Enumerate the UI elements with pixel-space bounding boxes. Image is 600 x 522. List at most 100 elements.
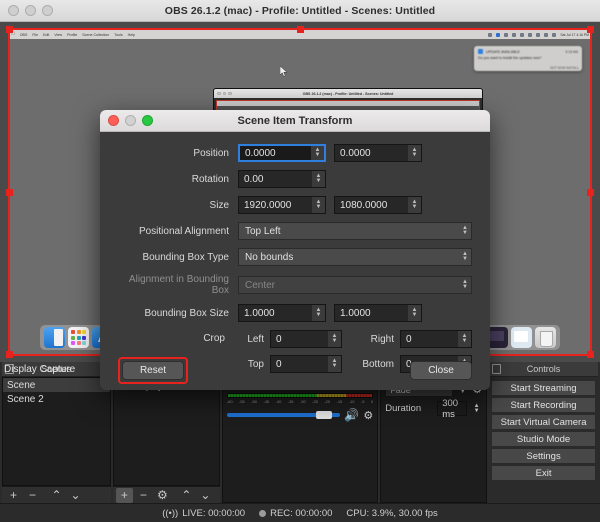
rec-timer: REC: 00:00:00 [270, 508, 332, 519]
rotation-input[interactable] [239, 174, 312, 185]
reset-button[interactable]: Reset [122, 361, 184, 380]
close-button[interactable]: Close [410, 361, 472, 380]
position-y-input[interactable] [335, 148, 408, 159]
live-status: ((•)) LIVE: 00:00:00 [162, 508, 245, 519]
crop-label: Crop [118, 330, 234, 344]
crop-left-field[interactable]: ▲▼ [270, 330, 342, 348]
size-height-input[interactable] [335, 200, 408, 211]
menubar-item-view: View [54, 33, 62, 37]
white-app-icon [511, 327, 532, 348]
move-source-down-button[interactable]: ⌄ [197, 488, 214, 503]
cpu-fps-label: CPU: 3.9%, 30.00 fps [346, 508, 437, 519]
duration-value[interactable]: 300 ms [437, 401, 467, 416]
exit-button[interactable]: Exit [491, 465, 596, 481]
scene-list-item[interactable]: Scene [3, 378, 110, 392]
nested-window-title: OBS 26.1.2 (mac) - Profile: Untitled - S… [214, 92, 482, 96]
size-width-stepper[interactable]: ▲▼ [312, 197, 325, 213]
scenes-list[interactable]: Scene Scene 2 [2, 377, 111, 486]
notification-header: UPDATE AVAILABLE 9:15 AM [478, 49, 578, 54]
rotation-field[interactable]: ▲▼ [238, 170, 326, 188]
menubar-item-file: File [32, 33, 38, 37]
window-titlebar: OBS 26.1.2 (mac) - Profile: Untitled - S… [0, 0, 600, 22]
rotation-stepper[interactable]: ▲▼ [312, 171, 325, 187]
status-bar: ((•)) LIVE: 00:00:00 REC: 00:00:00 CPU: … [0, 503, 600, 522]
notification-title: UPDATE AVAILABLE [486, 50, 520, 54]
duration-stepper-icon[interactable]: ▲▼ [471, 404, 482, 414]
size-row: Size ▲▼ ▲▼ [118, 196, 472, 214]
rotation-row: Rotation ▲▼ [118, 170, 472, 188]
macos-notification-toast: UPDATE AVAILABLE 9:15 AM Do you want to … [474, 46, 582, 71]
size-width-input[interactable] [239, 200, 312, 211]
menubar-item-obs: OBS [20, 33, 28, 37]
dialog-title: Scene Item Transform [100, 115, 490, 127]
crop-left-input[interactable] [271, 334, 328, 345]
crop-right-stepper[interactable]: ▲▼ [458, 331, 471, 347]
source-properties-gear-icon[interactable]: ⚙ [154, 488, 171, 503]
controls-dock-header: Controls [489, 362, 598, 377]
scale-tick: -5 [361, 399, 365, 404]
scale-tick: -10 [349, 399, 355, 404]
status-icon-4 [512, 33, 516, 37]
scenes-toolbar: + − ⌃ ⌄ [2, 486, 111, 503]
scale-tick: -50 [251, 399, 257, 404]
position-x-input[interactable] [240, 148, 311, 159]
start-recording-button[interactable]: Start Recording [491, 397, 596, 413]
menubar-item-tools: Tools [114, 33, 122, 37]
audio-settings-gear-icon[interactable]: ⚙ [363, 409, 373, 422]
start-streaming-button[interactable]: Start Streaming [491, 380, 596, 396]
remove-source-button[interactable]: − [135, 488, 152, 503]
bounding-box-type-select[interactable]: No bounds ▲▼ [238, 248, 472, 266]
bounding-box-width-stepper[interactable]: ▲▼ [312, 305, 325, 321]
apple-menu-icon:  [11, 32, 15, 37]
menubar-clock: Sat Jul 17 4:16 PM [560, 33, 589, 37]
position-x-field[interactable]: ▲▼ [238, 144, 326, 162]
bounding-box-width-field[interactable]: ▲▼ [238, 304, 326, 322]
move-scene-up-button[interactable]: ⌃ [48, 488, 65, 503]
positional-alignment-select[interactable]: Top Left ▲▼ [238, 222, 472, 240]
status-icon-1 [488, 33, 492, 37]
remove-scene-button[interactable]: − [24, 488, 41, 503]
volume-slider-knob[interactable] [316, 411, 332, 419]
chevron-updown-icon: ▲▼ [462, 252, 468, 263]
size-height-stepper[interactable]: ▲▼ [408, 197, 421, 213]
crop-left-stepper[interactable]: ▲▼ [328, 331, 341, 347]
speaker-mute-icon[interactable]: 🔊 [344, 408, 359, 422]
transitions-body: Fade ▲▼ ⚙ Duration 300 ms ▲▼ [380, 377, 487, 503]
studio-mode-button[interactable]: Studio Mode [491, 431, 596, 447]
record-indicator-icon [259, 510, 266, 517]
alignment-in-bounding-box-label: Alignment in Bounding Box [118, 274, 238, 296]
menubar-item-edit: Edit [43, 33, 49, 37]
menubar-item-help: Help [128, 33, 135, 37]
start-virtual-camera-button[interactable]: Start Virtual Camera [491, 414, 596, 430]
controls-dock-pin-icon[interactable] [492, 364, 501, 374]
size-width-field[interactable]: ▲▼ [238, 196, 326, 214]
scenes-dock: Scenes Scene Scene 2 + − ⌃ ⌄ [2, 362, 111, 503]
position-y-field[interactable]: ▲▼ [334, 144, 422, 162]
bounding-box-type-label: Bounding Box Type [118, 252, 238, 263]
scale-tick: -15 [336, 399, 342, 404]
sources-list[interactable]: Display Ca 👁 [113, 377, 220, 486]
obs-application-window: OBS 26.1.2 (mac) - Profile: Untitled - S… [0, 0, 600, 522]
scale-tick: -45 [263, 399, 269, 404]
position-y-stepper[interactable]: ▲▼ [408, 145, 421, 161]
bounding-box-height-stepper[interactable]: ▲▼ [408, 305, 421, 321]
crop-right-field[interactable]: ▲▼ [400, 330, 472, 348]
menubar-item-profile: Profile [67, 33, 77, 37]
add-scene-button[interactable]: + [5, 488, 22, 503]
scale-tick: -60 [227, 399, 233, 404]
crop-left-right-row: Left ▲▼ Right ▲▼ [234, 330, 472, 348]
add-source-button[interactable]: + [116, 488, 133, 503]
finder-icon [44, 327, 65, 348]
bounding-box-width-input[interactable] [239, 308, 312, 319]
settings-button[interactable]: Settings [491, 448, 596, 464]
position-x-stepper[interactable]: ▲▼ [311, 146, 324, 160]
crop-right-input[interactable] [401, 334, 458, 345]
nested-captured-menubar [217, 101, 479, 106]
bounding-box-height-field[interactable]: ▲▼ [334, 304, 422, 322]
move-scene-down-button[interactable]: ⌄ [67, 488, 84, 503]
scene-list-item[interactable]: Scene 2 [3, 392, 110, 406]
bounding-box-height-input[interactable] [335, 308, 408, 319]
size-height-field[interactable]: ▲▼ [334, 196, 422, 214]
move-source-up-button[interactable]: ⌃ [178, 488, 195, 503]
volume-slider[interactable] [227, 413, 341, 417]
